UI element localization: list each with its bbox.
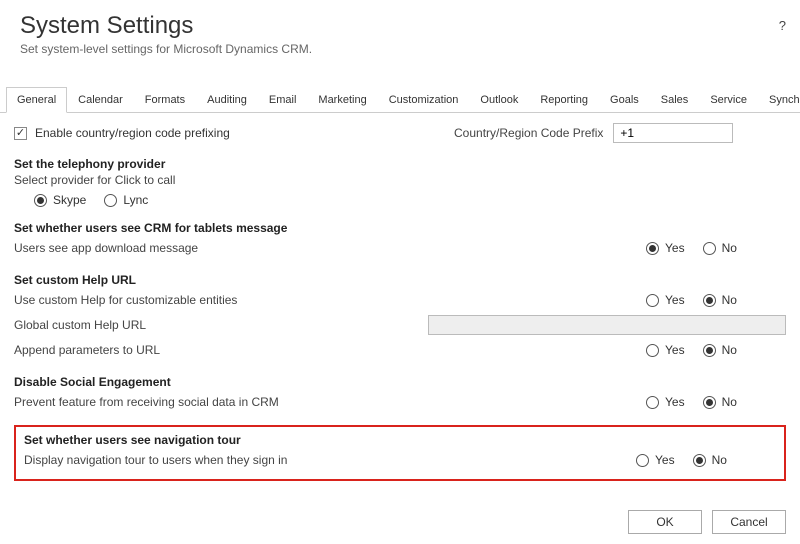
navtour-highlight: Set whether users see navigation tour Di… (14, 425, 786, 481)
prefix-input[interactable] (613, 123, 733, 143)
cancel-button[interactable]: Cancel (712, 510, 786, 534)
help-title: Set custom Help URL (14, 273, 786, 287)
no-label: No (722, 241, 737, 255)
social-title: Disable Social Engagement (14, 375, 786, 389)
tab-general[interactable]: General (6, 87, 67, 113)
tab-sales[interactable]: Sales (650, 87, 700, 113)
tab-formats[interactable]: Formats (134, 87, 196, 113)
help-custom-radio-yes[interactable] (646, 294, 659, 307)
help-append-radio-yes[interactable] (646, 344, 659, 357)
help-url-input[interactable] (428, 315, 786, 335)
social-radio-no[interactable] (703, 396, 716, 409)
telephony-label-skype: Skype (53, 193, 86, 207)
tablets-radio-yes[interactable] (646, 242, 659, 255)
tablets-radio-no[interactable] (703, 242, 716, 255)
navtour-title: Set whether users see navigation tour (24, 433, 776, 447)
help-append-label: Append parameters to URL (14, 343, 394, 357)
tab-reporting[interactable]: Reporting (529, 87, 599, 113)
tab-customization[interactable]: Customization (378, 87, 470, 113)
social-row-label: Prevent feature from receiving social da… (14, 395, 394, 409)
navtour-row-label: Display navigation tour to users when th… (24, 453, 392, 467)
tab-auditing[interactable]: Auditing (196, 87, 258, 113)
page-subtitle: Set system-level settings for Microsoft … (20, 42, 780, 56)
telephony-radio-skype[interactable] (34, 194, 47, 207)
yes-label: Yes (665, 241, 685, 255)
help-custom-radio-no[interactable] (703, 294, 716, 307)
yes-label: Yes (655, 453, 675, 467)
social-radio-yes[interactable] (646, 396, 659, 409)
ok-button[interactable]: OK (628, 510, 702, 534)
general-tab-content: Enable country/region code prefixing Cou… (0, 113, 800, 491)
enable-prefix-label: Enable country/region code prefixing (35, 126, 230, 140)
no-label: No (722, 395, 737, 409)
tab-calendar[interactable]: Calendar (67, 87, 134, 113)
tablets-row-label: Users see app download message (14, 241, 394, 255)
no-label: No (722, 293, 737, 307)
telephony-label-lync: Lync (123, 193, 148, 207)
help-url-label: Global custom Help URL (14, 318, 394, 332)
tab-goals[interactable]: Goals (599, 87, 650, 113)
tab-marketing[interactable]: Marketing (307, 87, 377, 113)
yes-label: Yes (665, 395, 685, 409)
prefix-label: Country/Region Code Prefix (454, 126, 603, 140)
yes-label: Yes (665, 343, 685, 357)
yes-label: Yes (665, 293, 685, 307)
tab-outlook[interactable]: Outlook (469, 87, 529, 113)
help-append-radio-no[interactable] (703, 344, 716, 357)
no-label: No (722, 343, 737, 357)
tablets-title: Set whether users see CRM for tablets me… (14, 221, 786, 235)
navtour-radio-no[interactable] (693, 454, 706, 467)
no-label: No (712, 453, 727, 467)
telephony-title: Set the telephony provider (14, 157, 786, 171)
telephony-radio-lync[interactable] (104, 194, 117, 207)
tab-email[interactable]: Email (258, 87, 308, 113)
tab-strip: GeneralCalendarFormatsAuditingEmailMarke… (0, 86, 800, 113)
help-custom-label: Use custom Help for customizable entitie… (14, 293, 394, 307)
enable-prefix-checkbox[interactable] (14, 127, 27, 140)
page-title: System Settings (20, 12, 780, 40)
telephony-sub: Select provider for Click to call (14, 173, 786, 187)
tab-synchronization[interactable]: Synchronization (758, 87, 800, 113)
tab-service[interactable]: Service (699, 87, 758, 113)
navtour-radio-yes[interactable] (636, 454, 649, 467)
help-icon[interactable]: ? (779, 18, 786, 33)
